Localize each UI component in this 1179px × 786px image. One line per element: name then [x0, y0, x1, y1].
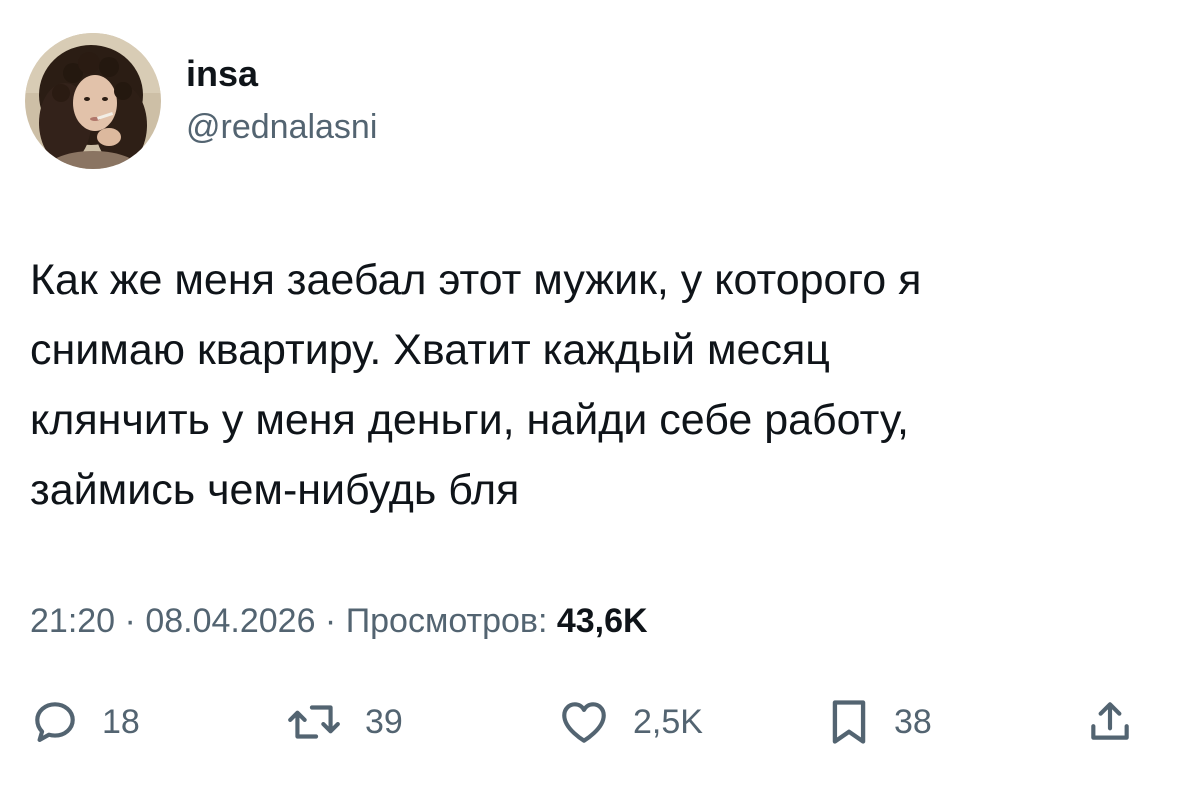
- share-icon: [1091, 702, 1129, 740]
- bookmark-button[interactable]: 38: [826, 692, 932, 752]
- views-label: Просмотров:: [345, 602, 557, 640]
- tweet-text-line: займись чем-нибудь бля: [30, 466, 520, 514]
- avatar[interactable]: [25, 33, 161, 169]
- heart-icon: [562, 702, 606, 743]
- action-bar: 18 39 2,5K 38: [0, 692, 1179, 752]
- retweet-count: 39: [365, 703, 403, 741]
- like-count: 2,5K: [633, 703, 703, 741]
- tweet-meta: 21:20 · 08.04.2026 · Просмотров: 43,6K: [30, 598, 648, 644]
- user-handle[interactable]: @rednalasni: [186, 106, 377, 148]
- bookmark-count: 38: [894, 703, 932, 741]
- meta-separator: ·: [315, 602, 346, 640]
- tweet-text-line: клянчить у меня деньги, найди себе работ…: [30, 396, 909, 444]
- views-count: 43,6K: [556, 602, 648, 640]
- like-button[interactable]: 2,5K: [557, 692, 703, 752]
- tweet-time[interactable]: 21:20: [30, 602, 115, 640]
- retweet-icon: [288, 705, 340, 739]
- tweet-text-line: Как же меня заебал этот мужик, у которог…: [30, 256, 922, 304]
- display-name[interactable]: insa: [186, 52, 258, 96]
- bookmark-icon: [832, 700, 866, 744]
- share-button[interactable]: [1085, 692, 1135, 752]
- reply-button[interactable]: 18: [30, 692, 140, 752]
- avatar-image: [25, 33, 161, 169]
- reply-count: 18: [102, 703, 140, 741]
- tweet-date[interactable]: 08.04.2026: [145, 602, 315, 640]
- retweet-button[interactable]: 39: [285, 692, 403, 752]
- tweet-card: insa @rednalasni Как же меня заебал этот…: [0, 0, 1179, 786]
- tweet-text: Как же меня заебал этот мужик, у которог…: [30, 245, 1140, 525]
- tweet-text-line: снимаю квартиру. Хватит каждый месяц: [30, 326, 830, 374]
- meta-separator: ·: [115, 602, 146, 640]
- reply-icon: [35, 702, 75, 742]
